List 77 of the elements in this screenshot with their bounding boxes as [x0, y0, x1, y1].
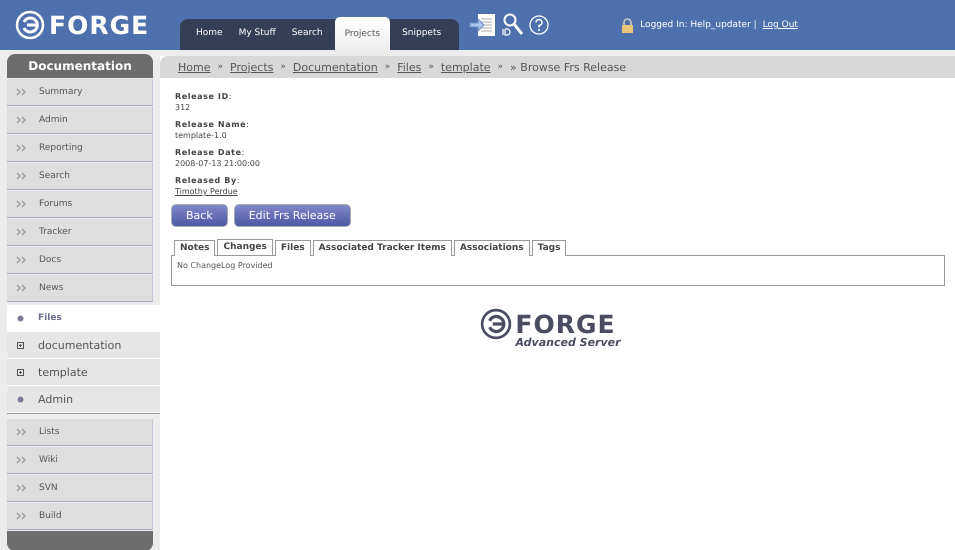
nav-tab[interactable]: Search — [284, 17, 331, 48]
breadcrumb-separator: » — [217, 62, 223, 72]
bullet-icon — [17, 396, 24, 402]
breadcrumb-link[interactable]: template — [440, 60, 491, 74]
bullet-icon — [17, 314, 24, 322]
chevron-icon — [16, 284, 27, 292]
sidebar-item[interactable]: Tracker — [7, 219, 153, 246]
action-button[interactable]: Back — [171, 204, 228, 227]
sidebar-item[interactable]: News — [7, 275, 153, 302]
action-button[interactable]: Edit Frs Release — [234, 204, 351, 227]
nav-tab[interactable]: Projects — [334, 17, 390, 50]
chevron-icon — [16, 88, 27, 96]
changelog-text: No ChangeLog Provided — [177, 261, 273, 270]
sidebar-item[interactable]: Summary — [7, 79, 153, 106]
field-label: Release Name: — [175, 120, 250, 129]
lock-icon — [621, 18, 634, 32]
breadcrumb-link[interactable]: Files — [397, 60, 422, 74]
field-value: 312 — [175, 103, 192, 112]
nav-tab[interactable]: Snippets — [394, 17, 450, 48]
sidebar-item[interactable]: Build — [7, 503, 153, 530]
breadcrumb-separator: » — [428, 62, 434, 72]
chevron-icon — [16, 172, 27, 180]
chevron-icon — [16, 484, 27, 492]
login-status: Logged In: Help_updater | — [640, 20, 757, 30]
chevron-icon — [16, 200, 27, 208]
sidebar-item[interactable]: template — [7, 359, 160, 386]
expand-icon — [17, 368, 24, 376]
sidebar-item[interactable]: Docs — [7, 247, 153, 274]
logo-text: FORGE — [515, 310, 616, 338]
tab[interactable]: Associated Tracker Items — [312, 240, 452, 256]
breadcrumb-current: » Browse Frs Release — [510, 60, 626, 74]
breadcrumb-link[interactable]: Projects — [230, 60, 274, 74]
sidebar-item[interactable]: Lists — [7, 419, 153, 446]
field-value: 2008-07-13 21:00:00 — [175, 159, 261, 168]
sidebar-item[interactable]: Forums — [7, 191, 153, 218]
sidebar-item[interactable]: Admin — [7, 386, 160, 413]
breadcrumb-link[interactable]: Documentation — [292, 60, 378, 74]
chevron-icon — [16, 256, 27, 264]
sidebar-item[interactable]: Reporting — [7, 135, 153, 162]
chevron-icon — [16, 228, 27, 236]
chevron-icon — [16, 428, 27, 436]
breadcrumb-separator: » — [498, 62, 504, 72]
field-link[interactable]: Timothy Perdue — [175, 187, 238, 196]
tab[interactable]: Changes — [217, 239, 273, 255]
tab[interactable]: Notes — [174, 240, 216, 256]
chevron-icon — [16, 456, 27, 464]
expand-icon — [17, 342, 24, 348]
sidebar-item[interactable]: Wiki — [7, 447, 153, 474]
import-document-icon[interactable] — [469, 13, 498, 37]
sidebar-item[interactable]: SVN — [7, 475, 153, 502]
help-icon[interactable] — [529, 15, 550, 35]
logo-text: FORGE — [49, 10, 150, 40]
tab[interactable]: Associations — [454, 240, 530, 256]
breadcrumb-separator: » — [280, 62, 286, 72]
chevron-icon — [16, 116, 27, 124]
breadcrumb-separator: » — [384, 62, 390, 72]
breadcrumb-link[interactable]: Home — [178, 60, 210, 74]
nav-tab[interactable]: My Stuff — [230, 17, 284, 48]
tab[interactable]: Files — [274, 240, 311, 256]
sidebar-item[interactable]: Search — [7, 163, 153, 190]
tab[interactable]: Tags — [532, 240, 566, 256]
field-value: template-1.0 — [175, 131, 228, 140]
search-id-icon[interactable] — [502, 13, 524, 37]
field-label: Release Date: — [175, 148, 246, 157]
chevron-icon — [16, 512, 27, 520]
sidebar-item[interactable]: documentation — [7, 332, 160, 359]
logo-subtitle: Advanced Server — [515, 336, 621, 349]
field-label: Released By: — [175, 176, 242, 185]
logo-icon — [480, 308, 512, 340]
sidebar-title: Documentation — [7, 54, 153, 78]
logout-link[interactable]: Log Out — [762, 20, 798, 30]
sidebar-item[interactable]: Files — [7, 305, 160, 332]
chevron-icon — [16, 144, 27, 152]
sidebar-item[interactable]: Admin — [7, 107, 153, 134]
nav-tab[interactable]: Home — [188, 17, 231, 48]
field-label: Release ID: — [175, 92, 234, 101]
logo-icon — [15, 10, 45, 40]
